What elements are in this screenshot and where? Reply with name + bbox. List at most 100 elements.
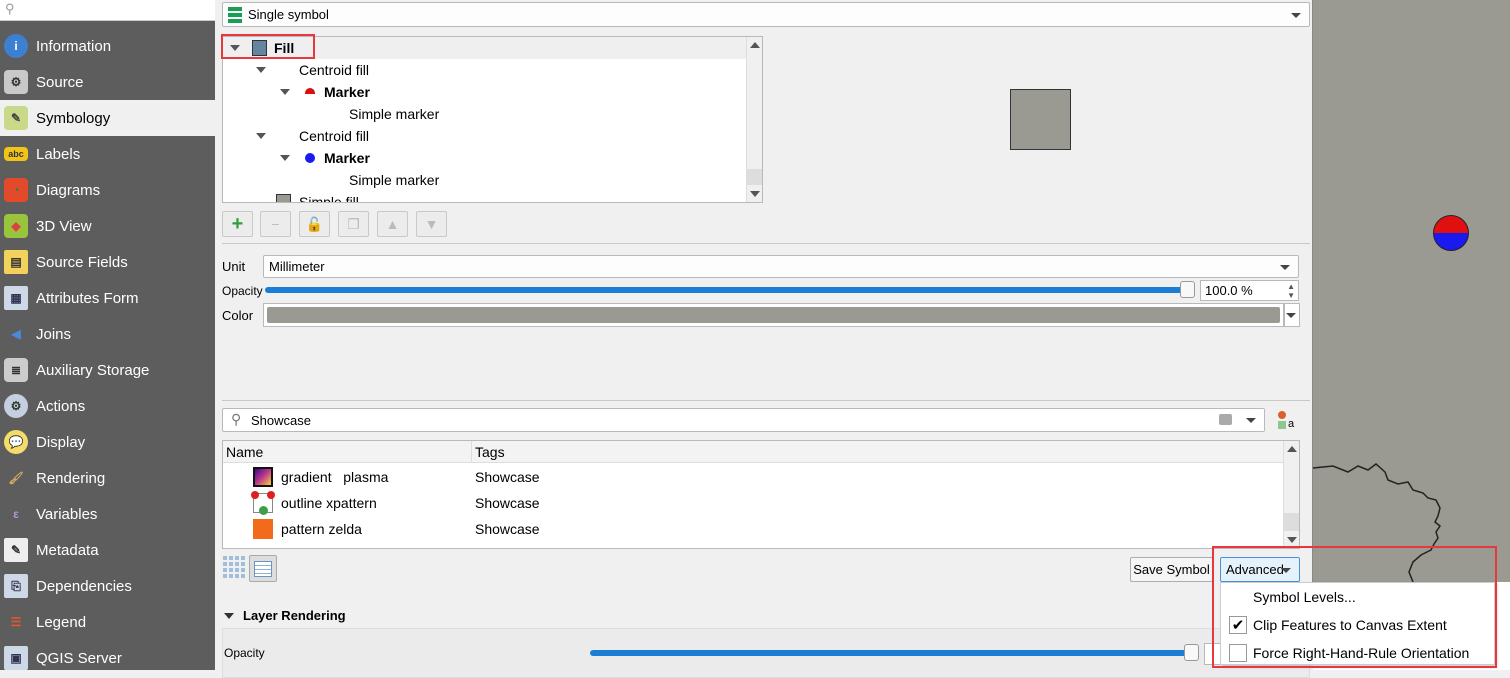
renderer-dropdown[interactable]: Single symbol <box>222 2 1310 27</box>
unit-dropdown[interactable]: Millimeter <box>263 255 1299 278</box>
layer-opacity-slider[interactable] <box>590 650 1195 656</box>
source-fields-icon: ▤ <box>4 250 28 274</box>
tree-row[interactable]: Simple marker <box>223 169 747 191</box>
sidebar-item-label: Attributes Form <box>36 289 139 307</box>
sidebar-item-metadata[interactable]: ✎ Metadata <box>0 532 215 568</box>
chevron-down-icon[interactable] <box>1246 418 1256 423</box>
opacity-slider-handle[interactable] <box>1180 281 1195 298</box>
map-marker <box>1433 215 1469 251</box>
sidebar-item-auxiliary-storage[interactable]: ≣ Auxiliary Storage <box>0 352 215 388</box>
opacity-spinbox[interactable]: 100.0 % ▲ ▼ <box>1200 280 1299 301</box>
tree-row-label: Centroid fill <box>299 128 370 144</box>
symbol-tags: Showcase <box>475 521 540 537</box>
sidebar-item-label: Auxiliary Storage <box>36 361 150 379</box>
unit-value: Millimeter <box>269 259 325 274</box>
sidebar-item-source[interactable]: ⚙ Source <box>0 64 215 100</box>
sidebar-item-label: Dependencies <box>36 577 132 595</box>
sidebar-item-joins[interactable]: ◀ Joins <box>0 316 215 352</box>
metadata-icon: ✎ <box>4 538 28 562</box>
tree-row[interactable]: Centroid fill <box>223 125 747 147</box>
3d-view-icon: ◆ <box>4 214 28 238</box>
symbol-thumbnail-icon <box>251 491 275 515</box>
icon-view-button[interactable] <box>223 556 247 580</box>
unit-label: Unit <box>222 259 246 274</box>
symbol-list[interactable]: Name Tags gradient plasma Showcase outline… <box>222 440 1300 549</box>
lock-layer-button[interactable]: 🔓 <box>299 211 330 237</box>
opacity-slider[interactable] <box>265 287 1195 293</box>
tree-row[interactable]: Simple fill <box>223 191 747 202</box>
move-down-button[interactable]: ▼ <box>416 211 447 237</box>
sidebar-item-label: Legend <box>36 613 87 631</box>
layer-rendering-title[interactable]: Layer Rendering <box>243 608 346 623</box>
clear-icon[interactable] <box>1219 414 1232 425</box>
layer-opacity-handle[interactable] <box>1184 644 1199 661</box>
tree-row[interactable]: Marker <box>223 147 747 169</box>
sidebar-item-label: Information <box>36 37 112 55</box>
sidebar-item-labels[interactable]: abc Labels <box>0 136 215 172</box>
sidebar-item-dependencies[interactable]: ⎘ Dependencies <box>0 568 215 604</box>
expand-arrow-icon[interactable] <box>256 133 266 139</box>
expand-arrow-icon[interactable] <box>280 89 290 95</box>
expand-arrow-icon[interactable] <box>280 155 290 161</box>
sidebar-item-attributes-form[interactable]: ▦ Attributes Form <box>0 280 215 316</box>
sidebar-item-information[interactable]: i Information <box>0 28 215 64</box>
tree-row[interactable]: Marker <box>223 81 747 103</box>
style-manager-icon[interactable]: a <box>1276 410 1298 432</box>
list-scrollbar[interactable] <box>1283 441 1299 548</box>
symbol-layer-tree[interactable]: Fill Centroid fill Marker Simple marker Cent… <box>222 36 763 203</box>
move-up-button[interactable]: ▲ <box>377 211 408 237</box>
tree-row-label: Centroid fill <box>299 62 370 78</box>
chevron-down-icon <box>1280 264 1290 270</box>
expand-arrow-icon[interactable] <box>256 67 266 73</box>
color-button[interactable] <box>263 303 1284 327</box>
sidebar-item-rendering[interactable]: 🖌 Rendering <box>0 460 215 496</box>
column-header-tags[interactable]: Tags <box>475 444 505 460</box>
attributes-form-icon: ▦ <box>4 286 28 310</box>
list-item[interactable]: gradient plasma Showcase <box>223 464 1283 490</box>
sidebar-item-display[interactable]: 💬 Display <box>0 424 215 460</box>
info-icon: i <box>4 34 28 58</box>
sidebar-item-diagrams[interactable]: ◔ Diagrams <box>0 172 215 208</box>
sidebar-item-symbology[interactable]: ✎ Symbology <box>0 100 215 136</box>
sidebar-item-actions[interactable]: ⚙ Actions <box>0 388 215 424</box>
map-canvas[interactable] <box>1313 0 1510 582</box>
save-symbol-button[interactable]: Save Symbol <box>1130 557 1213 582</box>
color-menu-button[interactable] <box>1284 303 1300 327</box>
sidebar-item-legend[interactable]: ☰ Legend <box>0 604 215 640</box>
simple-fill-icon <box>276 194 291 202</box>
collapse-icon[interactable] <box>224 613 234 619</box>
tree-row-label: Marker <box>324 84 370 100</box>
sidebar-item-variables[interactable]: ε Variables <box>0 496 215 532</box>
column-header-name[interactable]: Name <box>226 444 263 460</box>
list-view-button[interactable] <box>249 555 277 582</box>
sidebar-item-3d-view[interactable]: ◆ 3D View <box>0 208 215 244</box>
duplicate-layer-button[interactable]: ❐ <box>338 211 369 237</box>
spin-arrows-icon: ▲ ▼ <box>1287 282 1295 300</box>
search-icon: ⚲ <box>5 1 15 16</box>
sidebar-item-label: QGIS Server <box>36 649 122 667</box>
source-icon: ⚙ <box>4 70 28 94</box>
tree-scrollbar[interactable] <box>746 37 762 202</box>
sidebar-item-source-fields[interactable]: ▤ Source Fields <box>0 244 215 280</box>
add-layer-button[interactable]: + <box>222 211 253 237</box>
remove-layer-button[interactable]: − <box>260 211 291 237</box>
circle-marker-icon <box>305 153 315 163</box>
symbol-thumbnail-icon <box>253 519 273 539</box>
tree-row[interactable]: Simple marker <box>223 103 747 125</box>
list-item[interactable]: pattern zelda Showcase <box>223 516 1283 542</box>
library-search-input[interactable]: ⚲ Showcase <box>222 408 1265 432</box>
sidebar-item-qgis-server[interactable]: ▣ QGIS Server <box>0 640 215 676</box>
list-item[interactable]: outline xpattern Showcase <box>223 490 1283 516</box>
qgis-server-icon: ▣ <box>4 646 28 670</box>
sidebar-item-label: Display <box>36 433 86 451</box>
tree-row-label: Marker <box>324 150 370 166</box>
joins-icon: ◀ <box>11 327 21 341</box>
sidebar-item-label: 3D View <box>36 217 92 235</box>
diagrams-icon: ◔ <box>4 178 28 202</box>
divider <box>222 400 1310 401</box>
single-symbol-icon <box>228 6 242 23</box>
tree-row[interactable]: Centroid fill <box>223 59 747 81</box>
symbol-preview <box>1010 89 1071 150</box>
sidebar-search-input[interactable]: ⚲ <box>0 0 215 21</box>
sidebar-item-label: Actions <box>36 397 86 415</box>
